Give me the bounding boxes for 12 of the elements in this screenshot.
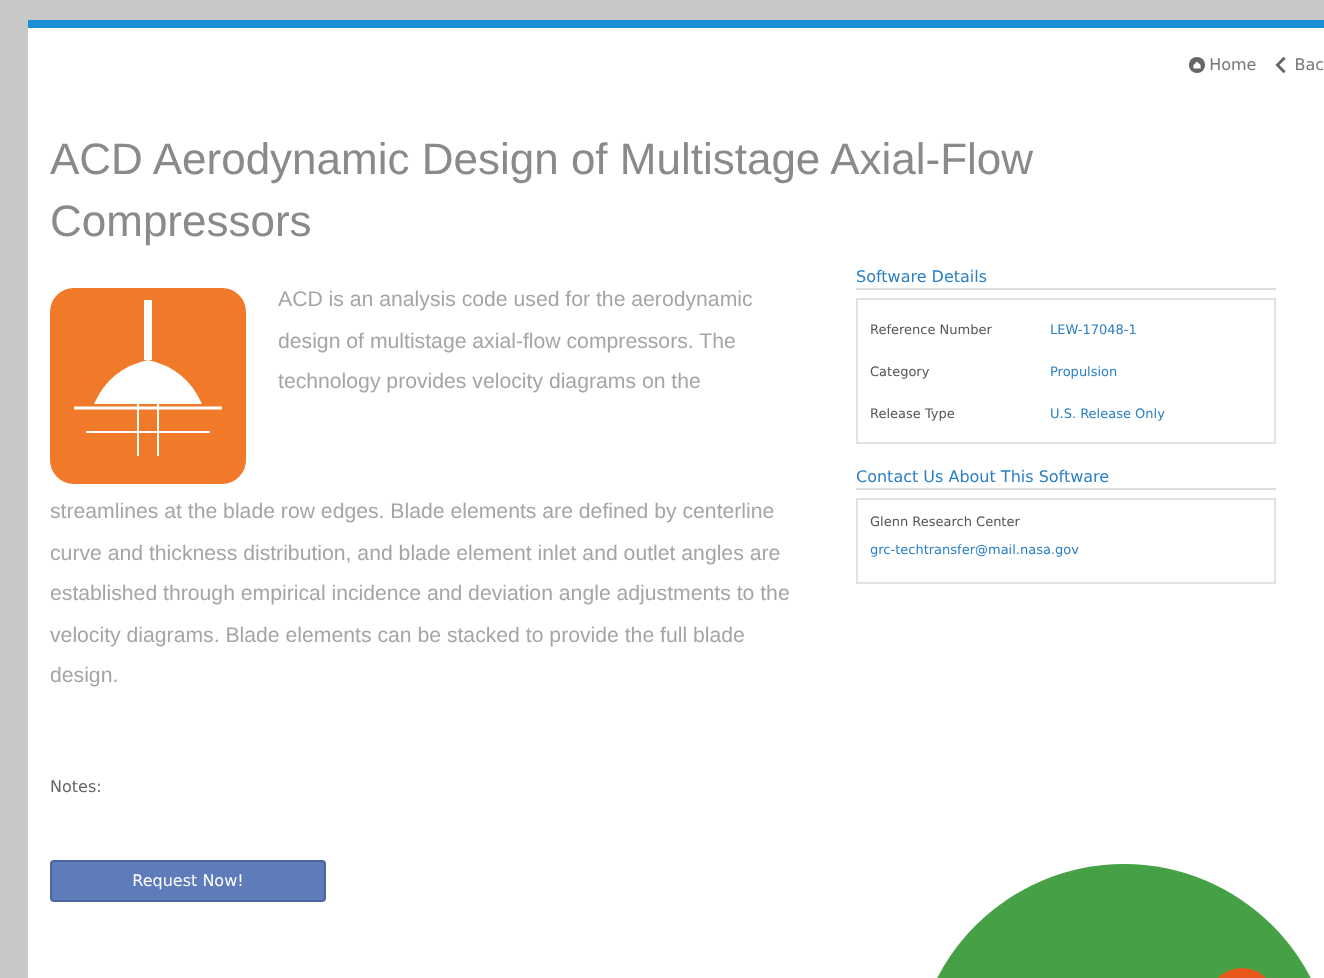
description-text: streamlines at the blade row edges. Blade elements are defined by centerline curve and thickness distribution, and blade element inlet and outlet angles are established through empirical incidence and deviation angle adjustments to the velocity diagrams. Blade elements can be stacked to provide the full blade design. (50, 498, 792, 692)
notes-label: Notes: (50, 777, 104, 795)
description-text: ACD is an analysis code used for the aerodynamic design of multistage axial-flow compressors. The technology provides velocity diagrams on the (278, 286, 755, 398)
compressor-logo-icon (50, 288, 246, 484)
chevron-left-icon (1272, 55, 1291, 73)
section-heading: Contact Us About This Software (856, 468, 1276, 490)
nav-link[interactable]: Bac (1272, 48, 1324, 80)
nav-link[interactable]: Home (1187, 48, 1257, 80)
home-icon (1187, 55, 1206, 73)
page-title: ACD Aerodynamic Design of Multistage Axial-Flow Compressors (50, 132, 1036, 250)
request-button[interactable]: Request Now! (50, 859, 326, 901)
section-heading: Software Details (856, 268, 1276, 290)
